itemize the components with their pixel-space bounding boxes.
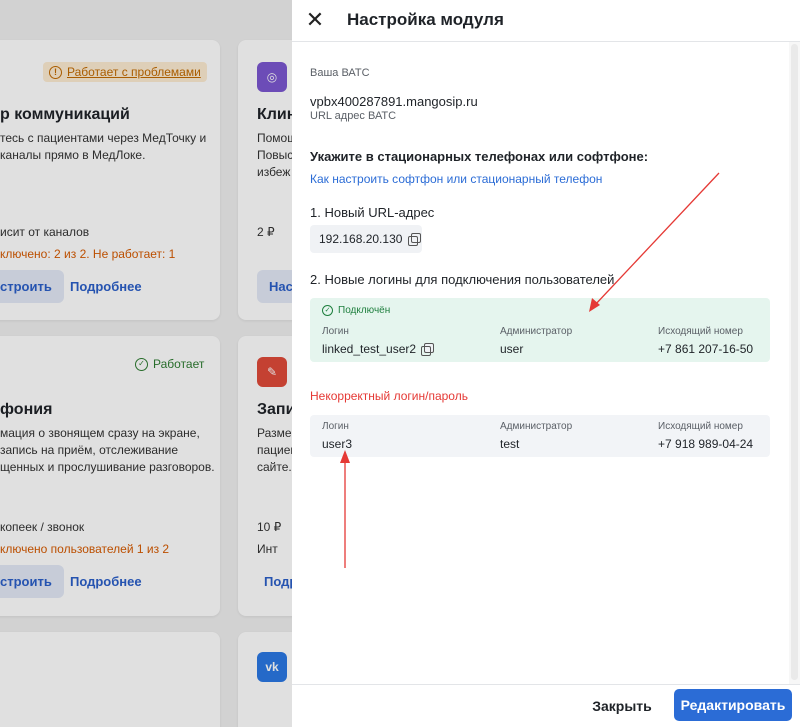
outgoing-number-value: +7 918 989-04-24: [658, 437, 754, 451]
column-header-admin: Администратор: [500, 421, 573, 432]
close-icon[interactable]: ✕: [304, 9, 326, 31]
scrollbar[interactable]: [789, 42, 800, 684]
connected-status: ✓ Подключён: [322, 305, 390, 316]
step2-label: 2. Новые логины для подключения пользова…: [310, 272, 615, 287]
login-value: linked_test_user2: [322, 342, 435, 356]
vats-hint: URL адрес ВАТС: [310, 110, 397, 122]
vats-label: Ваша ВАТС: [310, 67, 370, 79]
step1-label: 1. Новый URL-адрес: [310, 205, 435, 220]
error-title: Некорректный логин/пароль: [310, 389, 468, 403]
copy-icon[interactable]: [408, 233, 422, 246]
ip-chip: 192.168.20.130: [310, 225, 422, 253]
login-value: user3: [322, 437, 353, 451]
column-header-login: Логин: [322, 326, 349, 337]
admin-value: user: [500, 342, 524, 356]
ip-value: 192.168.20.130: [319, 232, 403, 246]
close-button[interactable]: Закрыть: [582, 690, 662, 722]
instruction-heading: Укажите в стационарных телефонах или соф…: [310, 149, 649, 164]
edit-button[interactable]: Редактировать: [674, 689, 792, 721]
check-circle-icon: ✓: [322, 305, 333, 316]
outgoing-number-value: +7 861 207-16-50: [658, 342, 754, 356]
error-login-block: Логин Администратор Исходящий номер user…: [310, 415, 770, 457]
panel-footer: Закрыть Редактировать: [292, 684, 800, 727]
module-settings-panel: ✕ Настройка модуля Ваша ВАТС vpbx4002878…: [292, 0, 800, 727]
column-header-admin: Администратор: [500, 326, 573, 337]
vats-value: vpbx400287891.mangosip.ru: [310, 94, 478, 109]
help-link[interactable]: Как настроить софтфон или стационарный т…: [310, 172, 602, 186]
column-header-login: Логин: [322, 421, 349, 432]
panel-header: ✕ Настройка модуля: [292, 0, 800, 42]
admin-value: test: [500, 437, 520, 451]
scrollbar-thumb[interactable]: [791, 44, 798, 680]
connected-login-block: ✓ Подключён Логин Администратор Исходящи…: [310, 298, 770, 362]
copy-icon[interactable]: [421, 343, 435, 356]
column-header-outgoing: Исходящий номер: [658, 421, 743, 432]
panel-title: Настройка модуля: [347, 10, 504, 29]
column-header-outgoing: Исходящий номер: [658, 326, 743, 337]
modal-overlay[interactable]: [0, 0, 292, 727]
